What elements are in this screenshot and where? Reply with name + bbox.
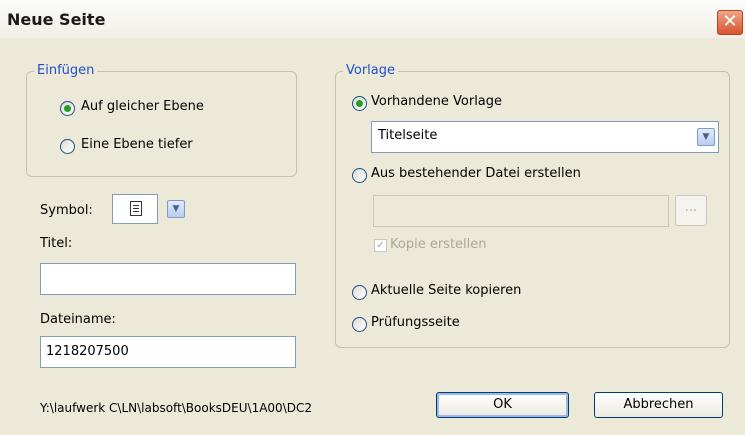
template-dropdown-button[interactable]: ▼ [697,128,715,146]
copy-checkbox-label[interactable]: Kopie erstellen [390,237,487,252]
symbol-label: Symbol: [40,203,93,218]
template-select[interactable]: Titelseite [371,121,719,153]
radio-copy-current[interactable] [352,285,367,300]
radio-existing-template-label[interactable]: Vorhandene Vorlage [371,94,502,109]
radio-level-below-label[interactable]: Eine Ebene tiefer [81,137,193,152]
template-group-legend: Vorlage [343,63,399,78]
chevron-down-icon: ▼ [172,204,180,214]
symbol-dropdown-button[interactable]: ▼ [167,200,185,218]
radio-same-level-label[interactable]: Auf gleicher Ebene [81,99,204,114]
chevron-down-icon: ▼ [702,132,710,142]
radio-existing-template[interactable] [352,96,367,111]
close-icon: ✕ [722,11,738,32]
close-button[interactable]: ✕ [717,10,743,35]
radio-level-below[interactable] [60,139,75,154]
title-label: Titel: [40,236,73,251]
radio-exam-page-label[interactable]: Prüfungsseite [371,315,460,330]
document-icon [130,201,142,216]
template-select-value: Titelseite [378,128,438,143]
filename-label: Dateiname: [40,312,116,327]
radio-copy-current-label[interactable]: Aktuelle Seite kopieren [371,283,521,298]
ok-button[interactable]: OK [436,392,569,418]
radio-exam-page[interactable] [352,317,367,332]
browse-button[interactable]: ... [675,195,707,226]
cancel-button[interactable]: Abbrechen [594,392,723,418]
file-path-input[interactable] [373,195,669,227]
title-input[interactable] [40,263,296,295]
insert-group-legend: Einfügen [34,63,98,78]
radio-from-file-label[interactable]: Aus bestehender Datei erstellen [371,166,581,181]
copy-checkbox[interactable]: ✓ [374,239,387,252]
radio-from-file[interactable] [352,168,367,183]
filename-input[interactable]: 1218207500 [40,336,296,368]
path-text: Y:\laufwerk C\LN\labsoft\BooksDEU\1A00\D… [40,401,312,415]
title-bar: Neue Seite ✕ [0,0,745,38]
radio-same-level[interactable] [60,101,75,116]
insert-group: Einfügen [26,63,297,177]
dialog-title: Neue Seite [7,10,106,29]
symbol-select[interactable] [112,194,158,224]
